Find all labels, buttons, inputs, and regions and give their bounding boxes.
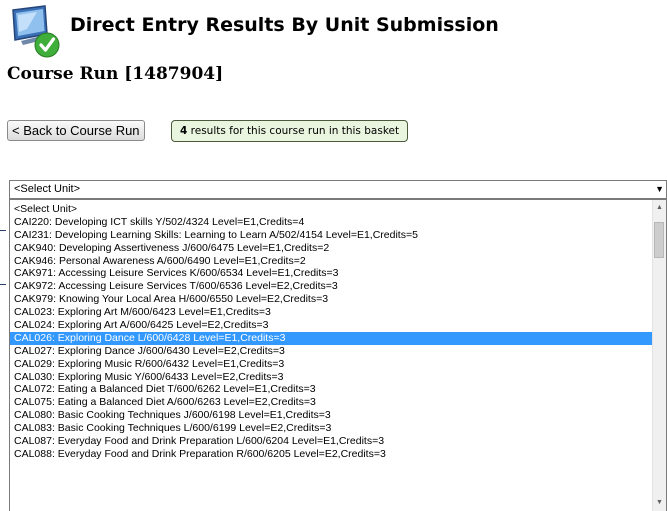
course-run-heading: Course Run [1487904]: [7, 64, 224, 84]
unit-option[interactable]: CAL072: Eating a Balanced Diet T/600/626…: [10, 383, 652, 396]
unit-select-value: <Select Unit>: [14, 183, 81, 195]
unit-option[interactable]: CAL024: Exploring Art A/600/6425 Level=E…: [10, 319, 652, 332]
unit-option[interactable]: CAK971: Accessing Leisure Services K/600…: [10, 267, 652, 280]
unit-option[interactable]: CAK979: Knowing Your Local Area H/600/65…: [10, 293, 652, 306]
page-title: Direct Entry Results By Unit Submission: [70, 14, 499, 36]
options-container: <Select Unit> CAI220: Developing ICT skil…: [10, 203, 652, 461]
dropdown-arrow-icon[interactable]: ▼: [655, 181, 664, 198]
scroll-down-icon[interactable]: ▼: [653, 497, 666, 509]
scrollbar[interactable]: ▲ ▼: [652, 200, 666, 511]
unit-option[interactable]: CAL027: Exploring Dance J/600/6430 Level…: [10, 345, 652, 358]
unit-option[interactable]: CAL083: Basic Cooking Techniques L/600/6…: [10, 422, 652, 435]
unit-option[interactable]: <Select Unit>: [10, 203, 652, 216]
unit-option[interactable]: CAL088: Everyday Food and Drink Preparat…: [10, 448, 652, 461]
unit-option[interactable]: CAI231: Developing Learning Skills: Lear…: [10, 229, 652, 242]
unit-option[interactable]: CAL030: Exploring Music Y/600/6433 Level…: [10, 371, 652, 384]
unit-option[interactable]: CAL026: Exploring Dance L/600/6428 Level…: [10, 331, 652, 345]
unit-select[interactable]: <Select Unit> ▼: [9, 180, 667, 199]
results-count-badge: 4 results for this course run in this ba…: [171, 120, 409, 142]
results-text: results for this course run in this bask…: [187, 125, 400, 137]
unit-option[interactable]: CAK972: Accessing Leisure Services T/600…: [10, 280, 652, 293]
scroll-up-icon[interactable]: ▲: [653, 202, 666, 214]
unit-option[interactable]: CAI220: Developing ICT skills Y/502/4324…: [10, 216, 652, 229]
unit-option[interactable]: CAL023: Exploring Art M/600/6423 Level=E…: [10, 306, 652, 319]
scroll-thumb[interactable]: [654, 222, 664, 258]
unit-option[interactable]: CAK940: Developing Assertiveness J/600/6…: [10, 242, 652, 255]
left-edge-mark: [0, 284, 6, 285]
monitor-checkmark-icon: [12, 5, 60, 58]
left-edge-mark: [0, 230, 6, 231]
unit-option[interactable]: CAL087: Everyday Food and Drink Preparat…: [10, 435, 652, 448]
unit-option[interactable]: CAL075: Eating a Balanced Diet A/600/626…: [10, 396, 652, 409]
unit-option[interactable]: CAL080: Basic Cooking Techniques J/600/6…: [10, 409, 652, 422]
unit-option[interactable]: CAK946: Personal Awareness A/600/6490 Le…: [10, 255, 652, 268]
back-to-course-run-button[interactable]: < Back to Course Run: [7, 120, 145, 141]
unit-option[interactable]: CAL029: Exploring Music R/600/6432 Level…: [10, 358, 652, 371]
unit-options-list[interactable]: <Select Unit> CAI220: Developing ICT skil…: [9, 199, 667, 511]
